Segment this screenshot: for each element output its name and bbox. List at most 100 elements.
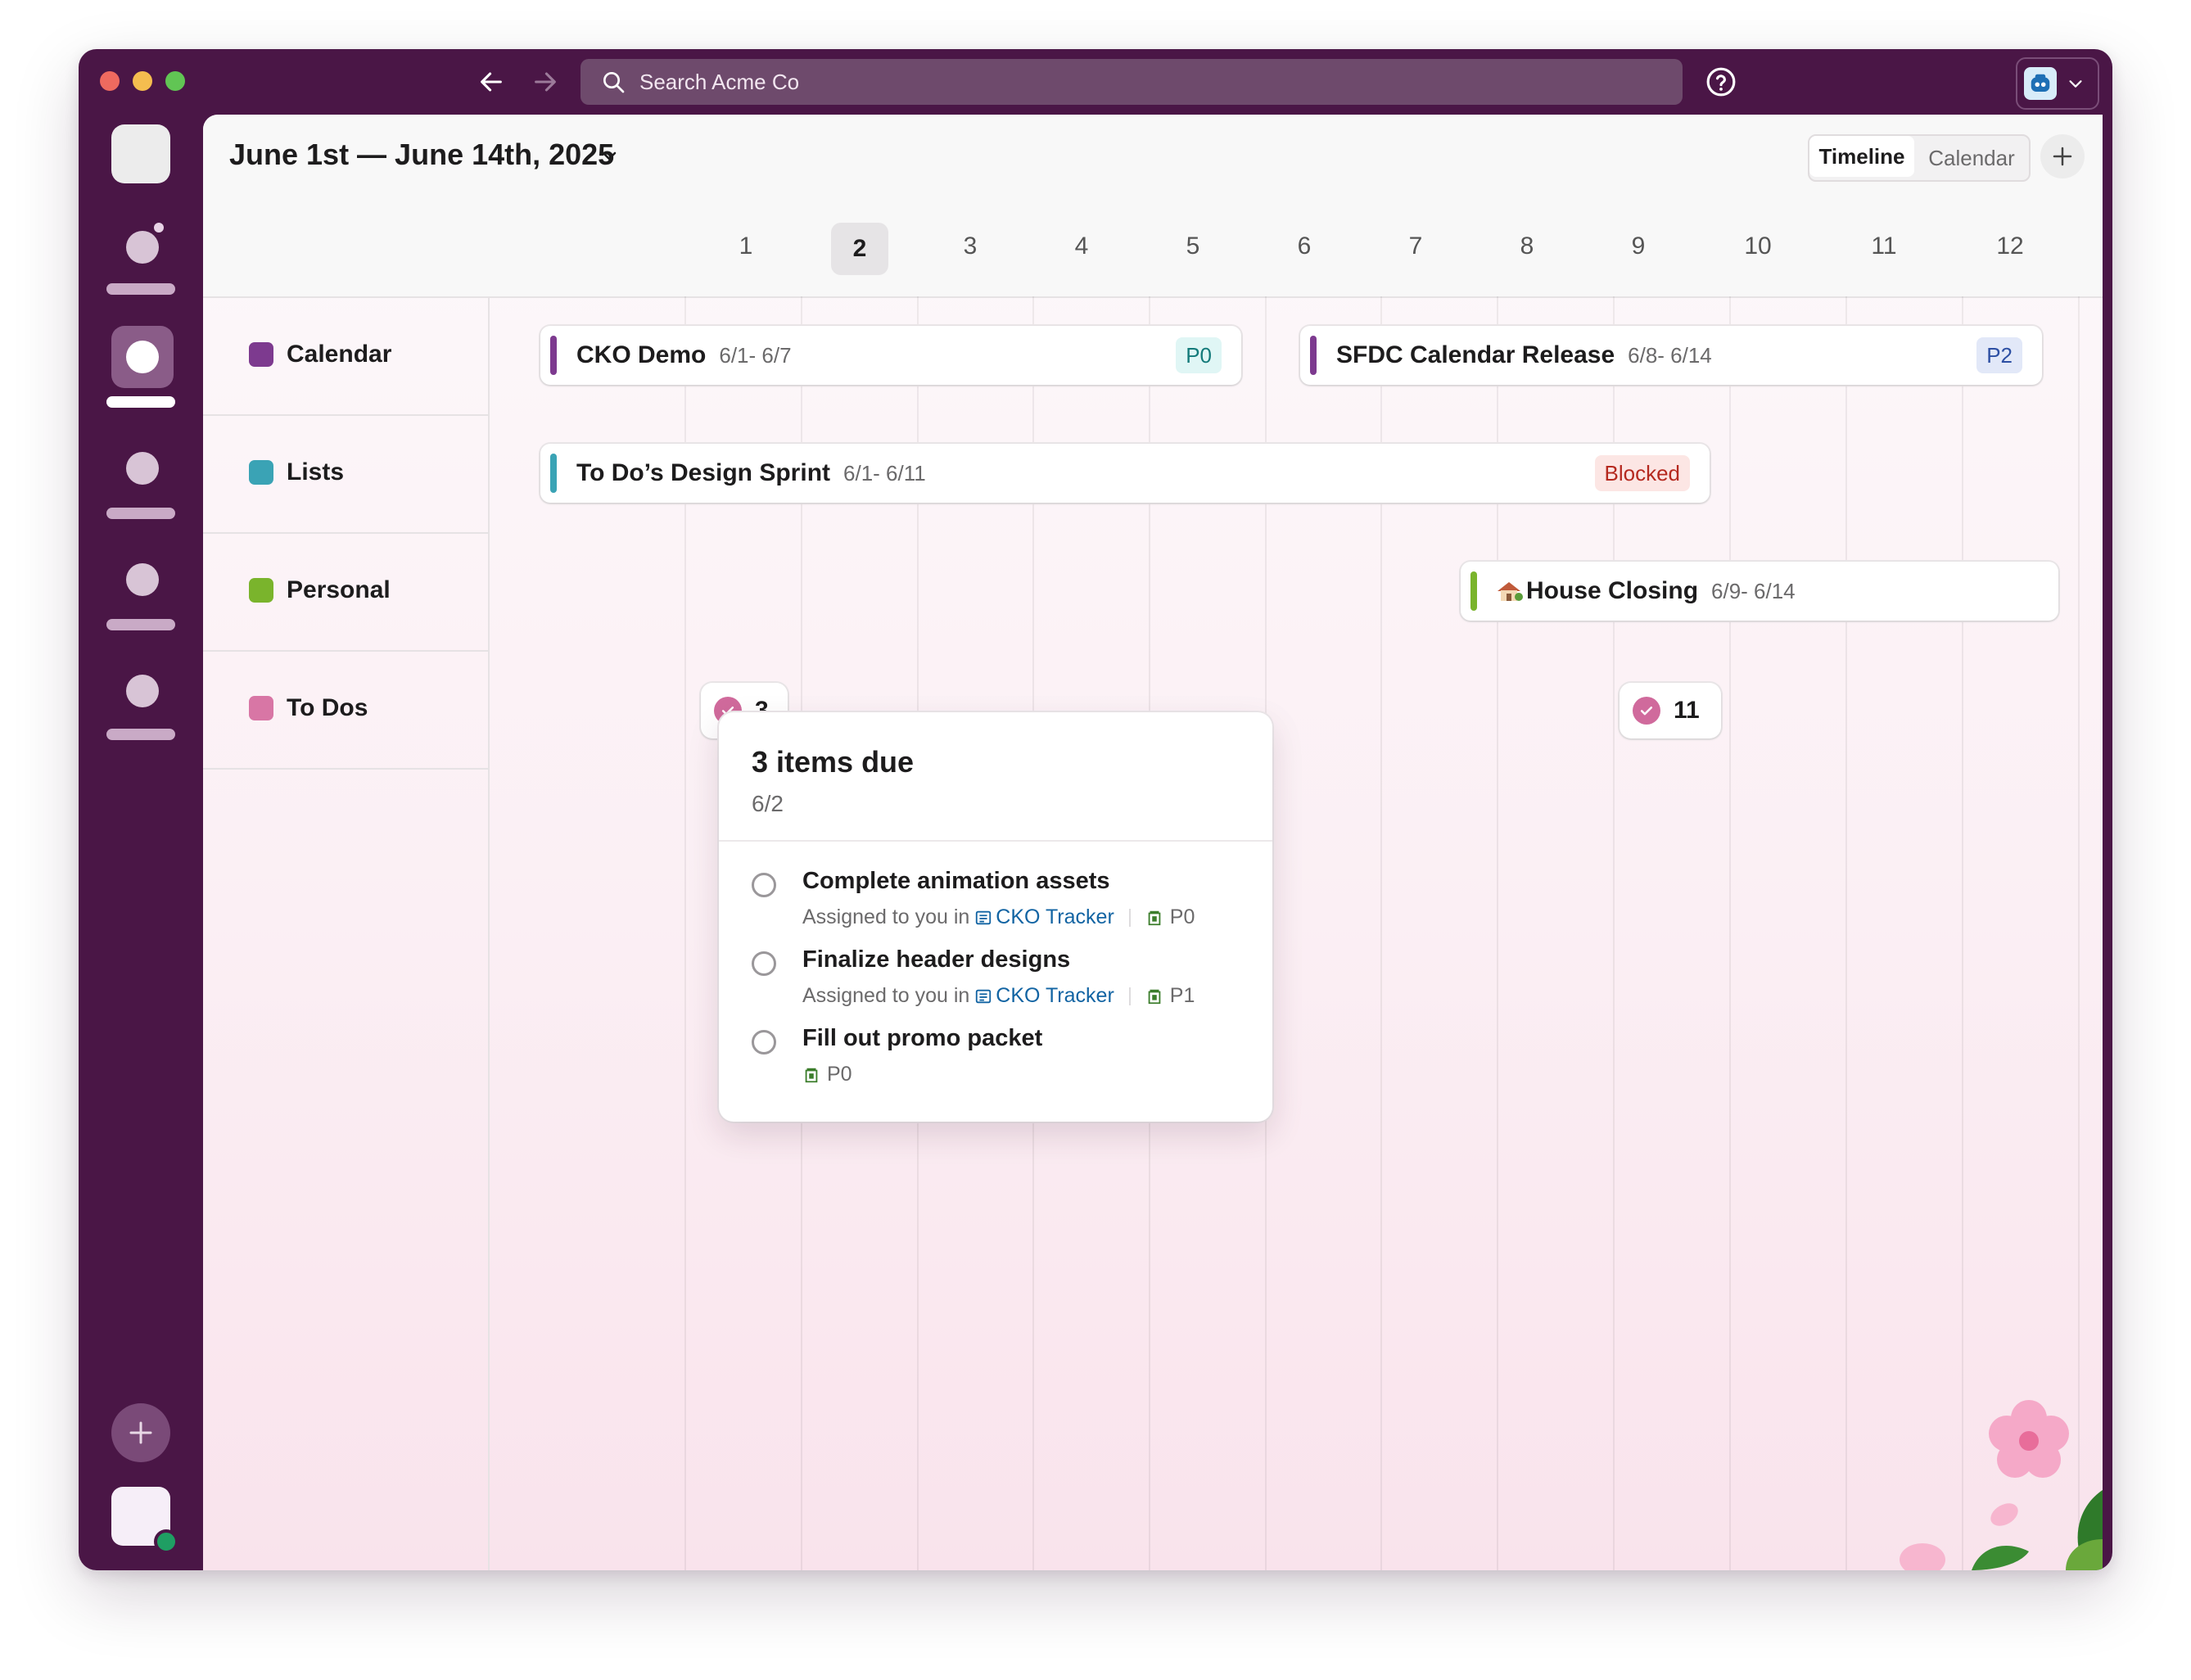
rail-item-label <box>106 729 175 740</box>
notification-dot <box>154 223 164 233</box>
popover-title: 3 items due <box>752 745 915 779</box>
task-complete-checkbox[interactable] <box>752 951 776 976</box>
row-todos[interactable]: To Dos <box>203 650 488 770</box>
task-priority: P0 <box>802 1063 852 1086</box>
rail-home-icon[interactable] <box>126 231 159 264</box>
day-number: 8 <box>1520 233 1534 260</box>
timeline-panel: June 1st — June 14th, 2025 Timeline Cale… <box>203 115 2103 1570</box>
date-range-title[interactable]: June 1st — June 14th, 2025 <box>229 138 614 172</box>
task-list-name: CKO Tracker <box>996 984 1114 1007</box>
row-color-swatch <box>249 342 273 367</box>
day-number: 12 <box>1996 233 2024 260</box>
event-dates: 6/1- 6/11 <box>843 460 926 485</box>
day-number: 3 <box>963 233 978 260</box>
day-number: 7 <box>1408 233 1423 260</box>
rail-active-item[interactable] <box>111 326 174 388</box>
day-header-row: 1 2 3 4 5 6 7 8 9 10 11 12 13 14 <box>203 200 2103 298</box>
todo-count-chip[interactable]: 11 <box>1620 683 1721 738</box>
row-label: To Dos <box>287 694 368 721</box>
search-placeholder: Search Acme Co <box>639 69 800 94</box>
workspace-account-switcher[interactable] <box>2016 57 2099 110</box>
task-priority-label: P0 <box>1169 905 1195 928</box>
close-window-button[interactable] <box>100 71 120 91</box>
forward-button[interactable] <box>527 64 563 100</box>
view-switcher: Timeline Calendar <box>1808 134 2031 182</box>
day-number: 10 <box>1744 233 1772 260</box>
popover-date: 6/2 <box>752 791 784 816</box>
todo-count: 11 <box>1674 697 1700 724</box>
event-color-bar <box>550 454 557 493</box>
task-complete-checkbox[interactable] <box>752 873 776 897</box>
day-grid-line <box>2078 296 2080 1570</box>
day-number-today: 2 <box>831 223 888 275</box>
day-number: 4 <box>1074 233 1089 260</box>
task-complete-checkbox[interactable] <box>752 1030 776 1055</box>
arrow-left-icon <box>481 72 502 92</box>
row-label: Lists <box>287 458 345 485</box>
chevron-down-icon[interactable] <box>599 146 619 165</box>
priority-tag-icon <box>805 1068 818 1082</box>
day-number: 5 <box>1186 233 1200 260</box>
priority-tag-icon <box>1148 989 1161 1004</box>
row-label: Calendar <box>287 341 392 368</box>
task-list-link[interactable]: CKO Tracker <box>974 905 1114 929</box>
row-label: Personal <box>287 576 391 603</box>
row-color-swatch <box>249 578 273 603</box>
rail-item-icon[interactable] <box>126 452 159 485</box>
rail-home-label <box>106 283 175 295</box>
task-meta: Assigned to you in CKO Tracker P1 <box>802 984 1195 1008</box>
event-title: To Do’s Design Sprint <box>576 459 831 486</box>
row-lists[interactable]: Lists <box>203 414 488 534</box>
task-meta: Assigned to you in CKO Tracker P0 <box>802 905 1195 929</box>
row-calendar[interactable]: Calendar <box>203 296 488 416</box>
event-dates: 6/9- 6/14 <box>1711 578 1796 603</box>
calendar-view-tab[interactable]: Calendar <box>1914 136 2029 180</box>
plus-icon <box>129 1421 152 1444</box>
divider <box>1128 987 1131 1005</box>
rail-item-icon[interactable] <box>126 563 159 596</box>
back-button[interactable] <box>473 64 509 100</box>
timeline-toolbar: June 1st — June 14th, 2025 Timeline Cale… <box>203 115 2103 201</box>
row-personal[interactable]: Personal <box>203 532 488 652</box>
priority-badge: P2 <box>1976 337 2022 373</box>
day-grid-line <box>1845 296 1847 1570</box>
rail-active-icon <box>126 341 159 373</box>
help-button[interactable] <box>1705 65 1737 98</box>
search-icon <box>603 72 625 93</box>
list-icon <box>976 989 992 1003</box>
task-list-link[interactable]: CKO Tracker <box>974 984 1114 1008</box>
zoom-window-button[interactable] <box>165 71 185 91</box>
search-bar[interactable]: Search Acme Co <box>581 59 1683 105</box>
add-button[interactable] <box>2040 134 2085 178</box>
event-cko-demo[interactable]: CKO Demo 6/1- 6/7 P0 <box>540 326 1241 385</box>
event-title: SFDC Calendar Release <box>1336 341 1615 368</box>
task-title[interactable]: Finalize header designs <box>802 946 1070 973</box>
task-priority-label: P1 <box>1169 984 1195 1007</box>
task-title[interactable]: Fill out promo packet <box>802 1025 1042 1052</box>
chevron-down-icon <box>2069 80 2082 88</box>
task-priority: P0 <box>1145 905 1195 929</box>
workspace-logo <box>2024 67 2057 100</box>
rail-add-button[interactable] <box>111 1403 170 1462</box>
event-design-sprint[interactable]: To Do’s Design Sprint 6/1- 6/11 Blocked <box>540 444 1710 503</box>
row-label-column: Calendar Lists Personal To Dos <box>203 296 490 1570</box>
day-number: 6 <box>1297 233 1312 260</box>
task-item: Complete animation assets Assigned to yo… <box>752 868 1243 942</box>
due-items-popover: 3 items due 6/2 Complete animation asset… <box>719 712 1272 1122</box>
house-icon <box>1495 579 1523 603</box>
timeline-view-tab[interactable]: Timeline <box>1809 136 1914 177</box>
check-circle-icon <box>1633 697 1660 725</box>
rail-active-label <box>106 396 175 408</box>
task-title[interactable]: Complete animation assets <box>802 868 1110 895</box>
event-house-closing[interactable]: House Closing 6/9- 6/14 <box>1461 562 2058 621</box>
task-list-name: CKO Tracker <box>996 905 1114 928</box>
rail-item-label <box>106 619 175 630</box>
event-color-bar <box>1310 336 1317 375</box>
minimize-window-button[interactable] <box>133 71 152 91</box>
workspace-icon[interactable] <box>111 124 170 183</box>
list-icon <box>976 910 992 924</box>
arrow-right-icon <box>535 72 556 92</box>
event-sfdc-calendar-release[interactable]: SFDC Calendar Release 6/8- 6/14 P2 <box>1300 326 2042 385</box>
rail-item-icon[interactable] <box>126 675 159 707</box>
task-priority-label: P0 <box>827 1063 852 1086</box>
